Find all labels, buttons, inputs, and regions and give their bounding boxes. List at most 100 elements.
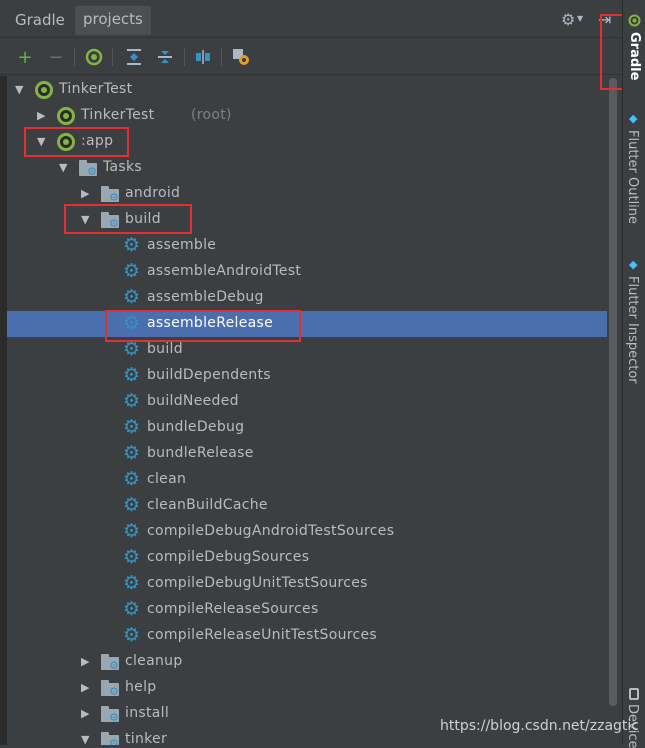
tree-item-label: bundleRelease: [147, 445, 254, 461]
gear-icon: ⚙: [123, 260, 141, 282]
gear-icon: ⚙: [123, 364, 141, 386]
task-folder-icon: ⚙: [79, 160, 99, 177]
remove-project-button[interactable]: −: [46, 47, 66, 68]
gear-icon: ⚙: [123, 598, 141, 620]
flutter-icon: ◆: [629, 258, 638, 271]
refresh-icon: [85, 48, 103, 66]
settings-gear-icon[interactable]: ⚙: [561, 10, 575, 29]
tree-item-label: assembleDebug: [147, 289, 264, 305]
chevron-down-icon[interactable]: ▼: [15, 83, 27, 97]
task-item[interactable]: ⚙ buildNeeded: [7, 389, 607, 415]
task-item[interactable]: ⚙ assembleDebug: [7, 285, 607, 311]
task-item[interactable]: ⚙ compileReleaseSources: [7, 597, 607, 623]
task-group-item[interactable]: ▶ ⚙ help: [7, 675, 607, 701]
gear-icon: ⚙: [123, 286, 141, 308]
toolbar-divider: [112, 48, 113, 66]
gradle-settings-button[interactable]: [231, 47, 251, 67]
chevron-right-icon[interactable]: ▶: [81, 681, 93, 695]
tree-item-label: assembleRelease: [147, 315, 274, 331]
gear-icon: ⚙: [123, 234, 141, 256]
editor-edge: [0, 76, 7, 745]
tab-projects[interactable]: projects: [75, 6, 151, 35]
tool-window-header: Gradle projects ⚙ ▼ ⇥: [0, 0, 622, 38]
task-item[interactable]: ⚙ assembleRelease: [7, 311, 607, 337]
task-group-item[interactable]: ▼ ⚙ build: [7, 207, 607, 233]
task-item[interactable]: ⚙ buildDependents: [7, 363, 607, 389]
expand-all-button[interactable]: [124, 47, 144, 67]
tree-item-label: compileDebugSources: [147, 549, 310, 565]
chevron-down-icon[interactable]: ▼: [81, 213, 93, 227]
tree-item-label: assembleAndroidTest: [147, 263, 302, 279]
task-item[interactable]: ⚙ assemble: [7, 233, 607, 259]
chevron-down-icon[interactable]: ▼: [37, 135, 49, 149]
toolbar-divider: [221, 48, 222, 66]
task-folder-icon: ⚙: [101, 212, 121, 229]
chevron-right-icon[interactable]: ▶: [81, 707, 93, 721]
chevron-right-icon[interactable]: ▶: [37, 109, 49, 123]
task-item[interactable]: ⚙ compileDebugAndroidTestSources: [7, 519, 607, 545]
chevron-right-icon[interactable]: ▶: [81, 187, 93, 201]
device-icon: [629, 688, 639, 700]
project-item[interactable]: ▶ TinkerTest (root): [7, 103, 607, 129]
tab-flutter-outline[interactable]: Flutter Outline: [625, 130, 640, 224]
chevron-down-icon[interactable]: ▼: [81, 733, 93, 745]
refresh-gradle-button[interactable]: [84, 47, 104, 67]
task-item[interactable]: ⚙ assembleAndroidTest: [7, 259, 607, 285]
project-item[interactable]: ▼:app: [7, 129, 607, 155]
tree-item-label: compileReleaseSources: [147, 601, 319, 617]
task-item[interactable]: ⚙ compileDebugUnitTestSources: [7, 571, 607, 597]
task-group-item[interactable]: ▶ ⚙ cleanup: [7, 649, 607, 675]
gear-icon: ⚙: [123, 572, 141, 594]
expand-all-icon: [127, 49, 141, 65]
tree-item-label: cleanBuildCache: [147, 497, 268, 513]
chevron-right-icon[interactable]: ▶: [81, 655, 93, 669]
tree-item-label: buildNeeded: [147, 393, 239, 409]
toolbar-divider: [74, 48, 75, 66]
task-item[interactable]: ⚙ bundleDebug: [7, 415, 607, 441]
tree-item-label: TinkerTest: [81, 107, 155, 123]
gear-icon: ⚙: [123, 416, 141, 438]
gear-icon: ⚙: [123, 468, 141, 490]
vertical-scrollbar[interactable]: [609, 78, 617, 706]
tree-item-label: compileDebugUnitTestSources: [147, 575, 368, 591]
gear-icon: ⚙: [123, 624, 141, 646]
gradle-toolbar: + −: [0, 39, 622, 75]
project-item[interactable]: ▼ TinkerTest: [7, 77, 607, 103]
tree-item-label: tinker: [125, 731, 168, 745]
tree-item-label: Tasks: [103, 159, 143, 175]
task-item[interactable]: ⚙ build: [7, 337, 607, 363]
gear-icon: ⚙: [123, 494, 141, 516]
task-folder-icon: ⚙: [101, 654, 121, 671]
task-item[interactable]: ⚙ bundleRelease: [7, 441, 607, 467]
flutter-icon: ◆: [629, 112, 638, 125]
gradle-icon: [57, 133, 75, 151]
chevron-down-icon[interactable]: ▼: [577, 14, 583, 23]
tree-item-label: bundleDebug: [147, 419, 245, 435]
tree-item-label: assemble: [147, 237, 217, 253]
tree-item-label: TinkerTest: [59, 81, 133, 97]
task-group-item[interactable]: ▼ ⚙ Tasks: [7, 155, 607, 181]
hide-panel-icon[interactable]: ⇥: [598, 10, 611, 29]
tree-item-label: compileReleaseUnitTestSources: [147, 627, 378, 643]
task-folder-icon: ⚙: [101, 706, 121, 723]
task-item[interactable]: ⚙ clean: [7, 467, 607, 493]
collapse-all-button[interactable]: [155, 47, 175, 67]
link-project-button[interactable]: [193, 47, 213, 67]
tree-item-label: android: [125, 185, 181, 201]
gear-icon: ⚙: [123, 312, 141, 334]
chevron-down-icon[interactable]: ▼: [59, 161, 71, 175]
tool-window-title: Gradle: [15, 11, 65, 29]
watermark: https://blog.csdn.net/zzagtic: [440, 718, 639, 734]
gear-icon: ⚙: [123, 442, 141, 464]
tab-gradle[interactable]: Gradle: [627, 32, 642, 80]
tab-flutter-inspector[interactable]: Flutter Inspector: [625, 276, 640, 384]
task-item[interactable]: ⚙ compileDebugSources: [7, 545, 607, 571]
gear-icon: ⚙: [123, 390, 141, 412]
tree-item-label: install: [125, 705, 170, 721]
add-project-button[interactable]: +: [15, 47, 35, 68]
task-item[interactable]: ⚙ cleanBuildCache: [7, 493, 607, 519]
task-group-item[interactable]: ▶ ⚙ android: [7, 181, 607, 207]
task-folder-icon: ⚙: [101, 186, 121, 203]
tree-item-label: clean: [147, 471, 187, 487]
task-item[interactable]: ⚙ compileReleaseUnitTestSources: [7, 623, 607, 649]
